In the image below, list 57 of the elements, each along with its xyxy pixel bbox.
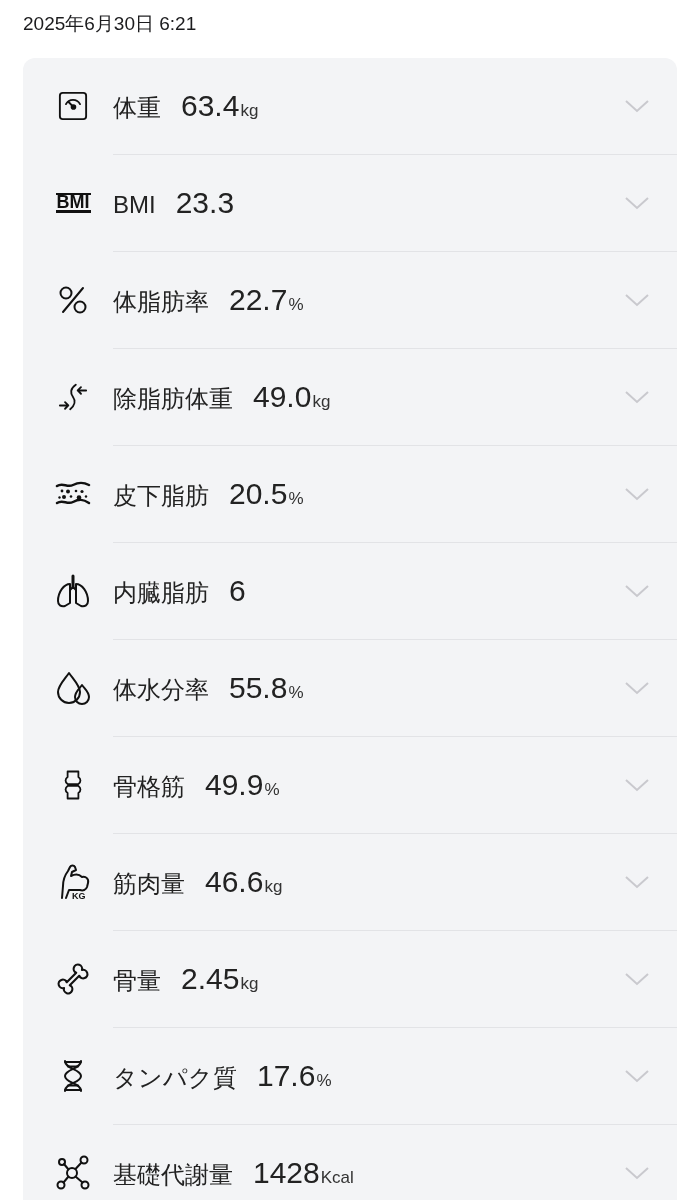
metric-unit: kg (264, 877, 283, 897)
scale-icon (58, 91, 88, 121)
bone-icon (56, 962, 90, 996)
metric-value: 20.5 (229, 477, 288, 511)
chevron-down-icon[interactable] (624, 972, 650, 986)
chevron-down-icon[interactable] (624, 99, 650, 113)
metric-value: 22.7 (229, 283, 288, 317)
chevron-down-icon[interactable] (624, 681, 650, 695)
chevron-down-icon[interactable] (624, 293, 650, 307)
metric-label: 基礎代謝量 (113, 1160, 233, 1190)
metric-label: 筋肉量 (113, 869, 185, 899)
chevron-down-icon[interactable] (624, 487, 650, 501)
dna-icon (63, 1059, 83, 1093)
joint-icon (64, 768, 82, 802)
chevron-down-icon[interactable] (624, 390, 650, 404)
metric-value: 17.6 (257, 1059, 316, 1093)
metric-label: 骨格筋 (113, 772, 185, 802)
metric-label: 体脂肪率 (113, 287, 209, 317)
curve-arrows-icon (58, 381, 88, 413)
chevron-down-icon[interactable] (624, 875, 650, 889)
metric-value: 2.45 (181, 962, 240, 996)
metric-value: 49.9 (205, 768, 264, 802)
metric-label: 体水分率 (113, 675, 209, 705)
metric-value: 1428 (253, 1156, 320, 1190)
metric-label: BMI (113, 190, 156, 220)
metric-unit: % (264, 780, 280, 800)
metric-label: 骨量 (113, 966, 161, 996)
metric-unit: % (288, 295, 304, 315)
metric-unit: % (288, 683, 304, 703)
metric-unit: Kcal (320, 1168, 354, 1188)
lungs-icon (55, 573, 91, 609)
chevron-down-icon[interactable] (624, 778, 650, 792)
metric-unit: kg (240, 101, 259, 121)
fat-layer-icon (55, 481, 91, 507)
metric-label: 内臓脂肪 (113, 578, 209, 608)
metric-value: 63.4 (181, 89, 240, 123)
metric-unit: % (316, 1071, 332, 1091)
chevron-down-icon[interactable] (624, 1166, 650, 1180)
molecule-icon (55, 1155, 91, 1191)
metric-label: タンパク質 (113, 1063, 237, 1093)
chevron-down-icon[interactable] (624, 584, 650, 598)
date-time: 2025年6月30日 6:21 (23, 13, 197, 34)
water-drops-icon (54, 670, 92, 706)
metric-unit: kg (312, 392, 331, 412)
metric-unit: % (288, 489, 304, 509)
metric-value: 49.0 (253, 380, 312, 414)
metric-value: 46.6 (205, 865, 264, 899)
metric-label: 体重 (113, 93, 161, 123)
metric-label: 除脂肪体重 (113, 384, 233, 414)
metric-value: 55.8 (229, 671, 288, 705)
percent-icon (58, 285, 88, 315)
metric-value: 6 (229, 574, 246, 608)
metric-unit: kg (240, 974, 259, 994)
metric-value: 23.3 (175, 186, 235, 220)
metric-label: 皮下脂肪 (113, 481, 209, 511)
chevron-down-icon[interactable] (624, 1069, 650, 1083)
chevron-down-icon[interactable] (624, 196, 650, 210)
